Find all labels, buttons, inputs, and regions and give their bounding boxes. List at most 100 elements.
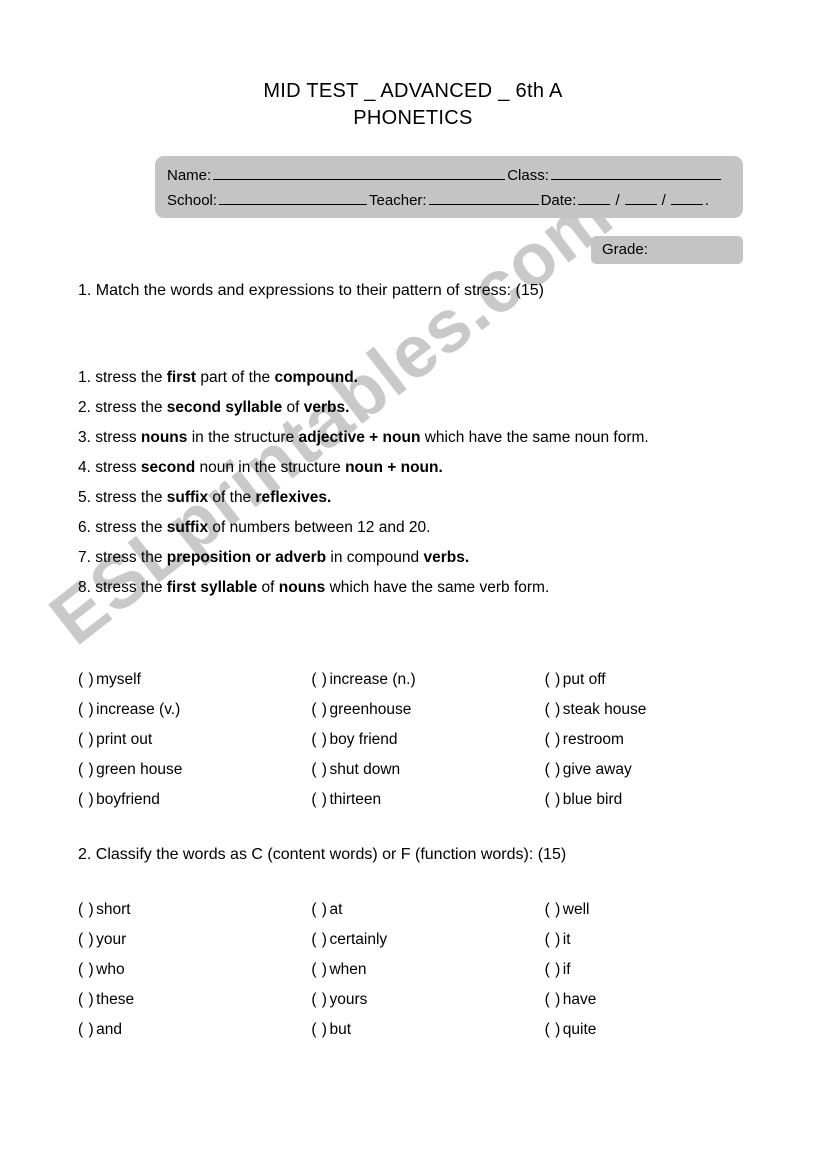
stress-rule-text: stress — [90, 429, 141, 446]
word-label: and — [96, 1021, 123, 1038]
stress-rule-number: 3. — [78, 429, 91, 446]
word-item[interactable]: ( ) if — [545, 955, 778, 985]
word-item[interactable]: ( ) it — [545, 925, 778, 955]
word-label: these — [96, 991, 135, 1008]
word-item[interactable]: ( ) thirteen — [311, 785, 544, 815]
answer-blank[interactable]: ( ) — [78, 961, 94, 978]
word-label: quite — [562, 1021, 597, 1038]
word-item[interactable]: ( ) yours — [311, 985, 544, 1015]
word-item[interactable]: ( ) green house — [78, 755, 311, 785]
word-row: ( ) increase (v.)( ) greenhouse( ) steak ho… — [78, 695, 778, 725]
answer-blank[interactable]: ( ) — [311, 931, 327, 948]
info-row-name-class: Name: Class: — [167, 163, 733, 188]
answer-blank[interactable]: ( ) — [545, 901, 561, 918]
answer-blank[interactable]: ( ) — [311, 671, 327, 688]
word-item[interactable]: ( ) put off — [545, 665, 778, 695]
answer-blank[interactable]: ( ) — [78, 731, 94, 748]
word-item[interactable]: ( ) well — [545, 895, 778, 925]
word-item[interactable]: ( ) your — [78, 925, 311, 955]
title-line-1: MID TEST _ ADVANCED _ 6th A — [263, 80, 563, 102]
question-1-word-grid: ( ) myself( ) increase (n.)( ) put off( ) in… — [78, 665, 778, 815]
date-year-line[interactable] — [670, 192, 703, 205]
stress-rule-text: adjective + noun — [298, 429, 421, 446]
answer-blank[interactable]: ( ) — [78, 701, 94, 718]
stress-rule-number: 4. — [78, 459, 91, 476]
word-item[interactable]: ( ) but — [311, 1015, 544, 1045]
word-item[interactable]: ( ) increase (v.) — [78, 695, 311, 725]
title-line-2: PHONETICS — [353, 107, 473, 129]
answer-blank[interactable]: ( ) — [311, 991, 327, 1008]
answer-blank[interactable]: ( ) — [545, 991, 561, 1008]
answer-blank[interactable]: ( ) — [545, 731, 561, 748]
answer-blank[interactable]: ( ) — [78, 671, 94, 688]
answer-blank[interactable]: ( ) — [311, 901, 327, 918]
word-item[interactable]: ( ) increase (n.) — [311, 665, 544, 695]
answer-blank[interactable]: ( ) — [545, 701, 561, 718]
word-item[interactable]: ( ) give away — [545, 755, 778, 785]
word-item[interactable]: ( ) myself — [78, 665, 311, 695]
stress-rule-item: 4. stress second noun in the structure n… — [78, 453, 758, 483]
word-item[interactable]: ( ) these — [78, 985, 311, 1015]
grade-box[interactable]: Grade: — [591, 236, 743, 264]
stress-rule-text: verbs. — [423, 549, 470, 566]
name-input-line[interactable] — [213, 167, 506, 180]
word-item[interactable]: ( ) boyfriend — [78, 785, 311, 815]
school-input-line[interactable] — [219, 192, 368, 205]
word-item[interactable]: ( ) steak house — [545, 695, 778, 725]
word-item[interactable]: ( ) boy friend — [311, 725, 544, 755]
word-item[interactable]: ( ) blue bird — [545, 785, 778, 815]
answer-blank[interactable]: ( ) — [311, 761, 327, 778]
answer-blank[interactable]: ( ) — [78, 1021, 94, 1038]
stress-rule-item: 1. stress the first part of the compound… — [78, 363, 758, 393]
answer-blank[interactable]: ( ) — [545, 791, 561, 808]
word-label: short — [96, 901, 131, 918]
answer-blank[interactable]: ( ) — [78, 761, 94, 778]
answer-blank[interactable]: ( ) — [545, 671, 561, 688]
date-separator-1: / — [615, 192, 620, 209]
word-item[interactable]: ( ) short — [78, 895, 311, 925]
word-item[interactable]: ( ) who — [78, 955, 311, 985]
stress-rule-text: which have the same noun form. — [420, 429, 649, 446]
answer-blank[interactable]: ( ) — [311, 701, 327, 718]
word-item[interactable]: ( ) when — [311, 955, 544, 985]
word-label: increase (n.) — [329, 671, 416, 688]
date-day-line[interactable] — [578, 192, 611, 205]
word-item[interactable]: ( ) at — [311, 895, 544, 925]
stress-rule-text: stress the — [90, 519, 167, 536]
word-item[interactable]: ( ) and — [78, 1015, 311, 1045]
answer-blank[interactable]: ( ) — [78, 991, 94, 1008]
stress-rule-text: noun + noun. — [345, 459, 443, 476]
stress-rule-item: 7. stress the preposition or adverb in c… — [78, 543, 758, 573]
class-input-line[interactable] — [550, 167, 721, 180]
word-item[interactable]: ( ) have — [545, 985, 778, 1015]
answer-blank[interactable]: ( ) — [78, 931, 94, 948]
word-item[interactable]: ( ) restroom — [545, 725, 778, 755]
word-item[interactable]: ( ) shut down — [311, 755, 544, 785]
word-item[interactable]: ( ) greenhouse — [311, 695, 544, 725]
stress-rule-item: 2. stress the second syllable of verbs. — [78, 393, 758, 423]
answer-blank[interactable]: ( ) — [311, 1021, 327, 1038]
stress-rule-text: suffix — [166, 519, 209, 536]
word-item[interactable]: ( ) certainly — [311, 925, 544, 955]
answer-blank[interactable]: ( ) — [545, 761, 561, 778]
stress-rule-text: of — [257, 579, 279, 596]
teacher-input-line[interactable] — [428, 192, 539, 205]
answer-blank[interactable]: ( ) — [311, 731, 327, 748]
answer-blank[interactable]: ( ) — [545, 961, 561, 978]
answer-blank[interactable]: ( ) — [545, 931, 561, 948]
answer-blank[interactable]: ( ) — [78, 901, 94, 918]
word-label: at — [329, 901, 343, 918]
answer-blank[interactable]: ( ) — [545, 1021, 561, 1038]
word-label: green house — [96, 761, 183, 778]
answer-blank[interactable]: ( ) — [78, 791, 94, 808]
stress-rule-text: nouns — [278, 579, 326, 596]
name-label: Name: — [167, 167, 212, 184]
date-month-line[interactable] — [624, 192, 657, 205]
stress-rule-text: stress — [90, 459, 141, 476]
word-label: give away — [562, 761, 632, 778]
word-item[interactable]: ( ) print out — [78, 725, 311, 755]
answer-blank[interactable]: ( ) — [311, 961, 327, 978]
date-label: Date: — [540, 192, 577, 209]
word-item[interactable]: ( ) quite — [545, 1015, 778, 1045]
answer-blank[interactable]: ( ) — [311, 791, 327, 808]
